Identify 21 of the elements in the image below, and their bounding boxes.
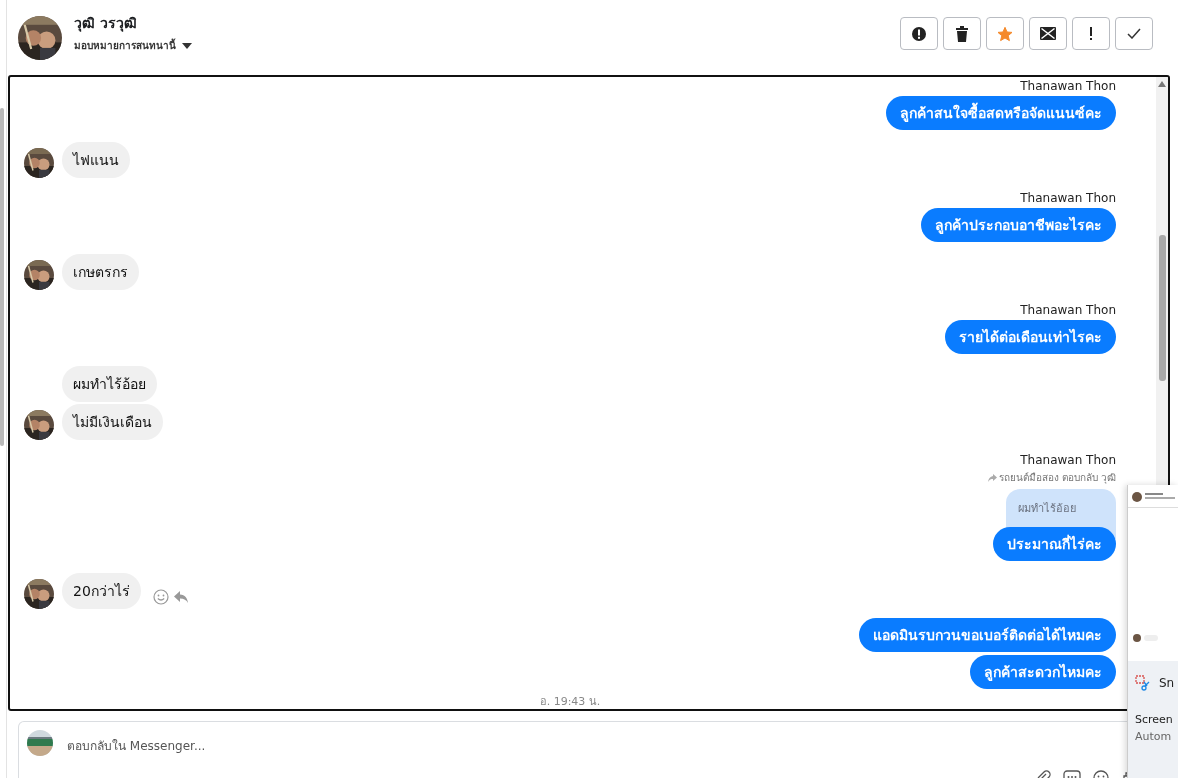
outgoing-message: แอดมินรบกวนขอเบอร์ติดต่อได้ไหมคะ [859,618,1116,652]
outgoing-message: ลูกค้าสะดวกไหมคะ [970,655,1116,689]
sender-name: Thanawan Thon [1020,302,1116,319]
timestamp: อ. 19:43 น. [539,695,601,709]
notification-title: Sn [1159,676,1175,690]
incoming-message: 20กว่าไร่ [62,573,141,609]
incoming-message: ไฟแนน [62,142,130,178]
outgoing-message: ลูกค้าสนใจซื้อสดหรือจัดแนนซ์คะ [886,96,1116,130]
sender-name: Thanawan Thon [1020,78,1116,95]
incoming-message: เกษตรกร [62,254,139,290]
incoming-message: ไม่มีเงินเดือน [62,404,163,440]
outgoing-message: รายได้ต่อเดือนเท่าไรคะ [945,320,1116,354]
notification-text: Screen [1135,713,1173,726]
incoming-message: ผมทำไร้อ้อย [62,366,157,402]
sender-name: Thanawan Thon [1020,190,1116,207]
reply-note: รถยนต์มือสอง ตอบกลับ วุฒิ [998,471,1116,485]
outgoing-message: ลูกค้าประกอบอาชีพอะไรคะ [921,208,1116,242]
notification-text: Autom [1135,730,1172,743]
outgoing-message: ประมาณกี่ไร่คะ [993,527,1116,561]
contact-name: วุฒิ วรวุฒิ [74,14,138,34]
sender-name: Thanawan Thon [1020,452,1116,469]
